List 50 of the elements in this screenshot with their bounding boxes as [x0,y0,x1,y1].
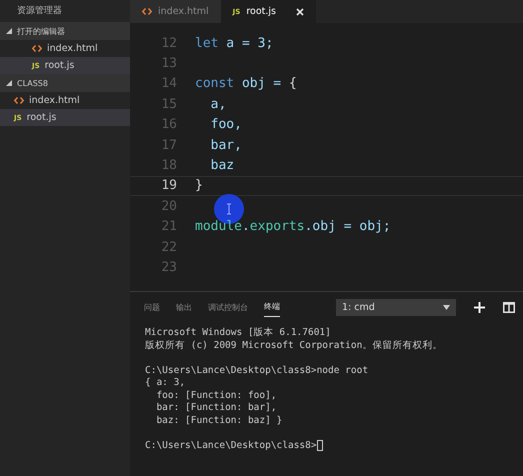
file-item[interactable]: index.html [0,40,130,57]
line-number: 16 [160,117,178,132]
dropdown-icon [443,304,450,310]
code-brackets-icon [14,97,24,104]
line-number: 23 [160,260,178,275]
code-line: baz [210,158,234,174]
line-number: 14 [160,76,178,92]
terminal-cursor [316,440,323,452]
line-number: 20 [160,198,178,214]
split-icon[interactable] [503,302,515,312]
terminal-line: C:\Users\Lance\Desktop\class8> [145,440,317,452]
code-brackets-icon [32,45,42,52]
panel-tab[interactable]: 输出 [176,298,192,316]
file-item[interactable]: index.html [0,92,130,109]
code-line: a, [210,96,226,112]
editor-tab[interactable]: index.html [130,0,221,23]
terminal-line: Microsoft Windows [版本 6.1.7601] [145,327,331,340]
line-number: 21 [160,219,178,234]
add-icon[interactable] [474,302,485,312]
code-line: let a = 3; [195,36,274,51]
code-brackets-icon [142,8,152,15]
terminal-select[interactable]: 1: cmd [336,298,456,316]
terminal-line: bar: [Function: bar], [155,402,277,414]
code-line: bar, [210,138,242,153]
code-line: const obj = { [195,76,297,92]
panel-tab[interactable]: 终端 [264,297,280,317]
code-line: module.exports.obj = obj; [195,219,391,234]
code-line: foo, [210,117,242,132]
expanded-icon [6,28,12,34]
panel-tab[interactable]: 问题 [144,298,160,316]
line-number: 19 [160,178,178,194]
line-number: 18 [160,158,178,174]
line-number: 12 [160,36,178,51]
panel-tab[interactable]: 调试控制台 [208,298,248,316]
text-cursor-icon [226,203,232,215]
line-number: 17 [160,138,178,153]
code-line: } [195,178,203,194]
terminal-line: 版权所有 (c) 2009 Microsoft Corporation。保留所有权利。 [145,340,442,352]
line-number: 15 [160,96,178,112]
terminal-line: foo: [Function: foo], [155,390,277,402]
section-header[interactable]: CLASS8 [0,74,130,92]
close-icon[interactable] [296,8,304,16]
explorer-title: 资源管理器 [16,4,63,18]
terminal-line: { a: 3, [145,377,186,390]
terminal-line: C:\Users\Lance\Desktop\class8>node root [145,364,368,377]
line-number: 22 [160,240,178,255]
section-header[interactable]: 打开的编辑器 [0,22,130,40]
terminal-line: baz: [Function: baz] } [155,414,282,427]
line-number: 13 [160,56,178,72]
expanded-icon [6,80,12,86]
